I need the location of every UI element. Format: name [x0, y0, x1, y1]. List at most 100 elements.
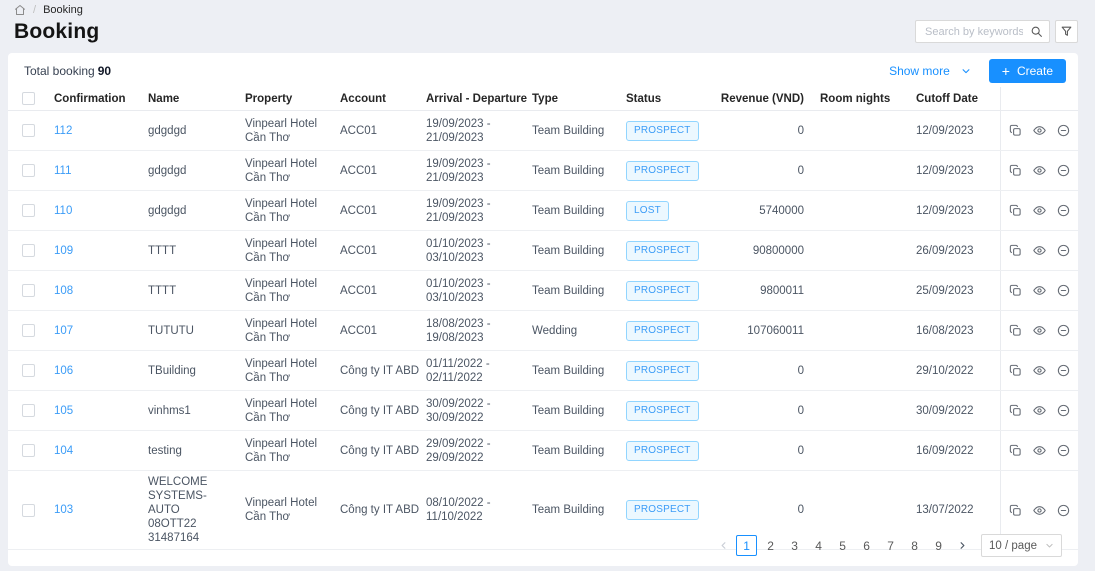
duplicate-button[interactable] [1009, 504, 1022, 517]
cell-property: Vinpearl Hotel Cần Thơ [237, 231, 332, 270]
page-button-6[interactable]: 6 [856, 535, 877, 556]
create-button-label: Create [1017, 64, 1053, 78]
disable-button[interactable] [1057, 284, 1070, 297]
confirmation-link[interactable]: 109 [54, 244, 73, 258]
confirmation-link[interactable]: 104 [54, 444, 73, 458]
page-button-1[interactable]: 1 [736, 535, 757, 556]
view-button[interactable] [1033, 504, 1046, 517]
minus-circle-icon [1057, 204, 1070, 217]
view-button[interactable] [1033, 364, 1046, 377]
chevron-down-icon [1045, 541, 1054, 550]
page-size-select[interactable]: 10 / page [981, 534, 1062, 557]
cell-name: TBuilding [140, 351, 237, 390]
select-all-checkbox[interactable] [22, 92, 35, 105]
home-icon[interactable] [14, 4, 26, 16]
view-button[interactable] [1033, 164, 1046, 177]
disable-button[interactable] [1057, 164, 1070, 177]
disable-button[interactable] [1057, 364, 1070, 377]
copy-icon [1009, 284, 1022, 297]
disable-button[interactable] [1057, 124, 1070, 137]
row-checkbox[interactable] [22, 164, 35, 177]
row-checkbox[interactable] [22, 444, 35, 457]
disable-button[interactable] [1057, 504, 1070, 517]
confirmation-link[interactable]: 111 [54, 164, 71, 178]
duplicate-button[interactable] [1009, 284, 1022, 297]
page-button-3[interactable]: 3 [784, 535, 805, 556]
cell-room-nights [812, 231, 908, 270]
search-box [915, 20, 1050, 43]
cell-property: Vinpearl Hotel Cần Thơ [237, 151, 332, 190]
cell-property: Vinpearl Hotel Cần Thơ [237, 311, 332, 350]
booking-table: ConfirmationNamePropertyAccountArrival -… [8, 87, 1078, 550]
duplicate-button[interactable] [1009, 164, 1022, 177]
confirmation-link[interactable]: 112 [54, 124, 72, 138]
confirmation-link[interactable]: 103 [54, 503, 73, 517]
column-header: Property [237, 87, 332, 110]
filter-button[interactable] [1055, 20, 1078, 43]
duplicate-button[interactable] [1009, 444, 1022, 457]
duplicate-button[interactable] [1009, 324, 1022, 337]
disable-button[interactable] [1057, 244, 1070, 257]
previous-page-button[interactable] [714, 535, 732, 557]
cell-type: Team Building [524, 111, 618, 150]
row-checkbox[interactable] [22, 324, 35, 337]
view-button[interactable] [1033, 324, 1046, 337]
eye-icon [1033, 204, 1046, 217]
confirmation-link[interactable]: 110 [54, 204, 72, 218]
duplicate-button[interactable] [1009, 404, 1022, 417]
duplicate-button[interactable] [1009, 124, 1022, 137]
create-button[interactable]: + Create [989, 59, 1066, 83]
view-button[interactable] [1033, 124, 1046, 137]
search-icon[interactable] [1030, 25, 1043, 38]
chevron-right-icon [957, 540, 968, 551]
confirmation-link[interactable]: 108 [54, 284, 73, 298]
minus-circle-icon [1057, 284, 1070, 297]
view-button[interactable] [1033, 204, 1046, 217]
page-button-9[interactable]: 9 [928, 535, 949, 556]
list-toolbar: Total booking90 Show more + Create [8, 53, 1078, 87]
duplicate-button[interactable] [1009, 364, 1022, 377]
page-button-5[interactable]: 5 [832, 535, 853, 556]
status-badge: PROSPECT [626, 161, 699, 181]
view-button[interactable] [1033, 404, 1046, 417]
row-checkbox[interactable] [22, 284, 35, 297]
cell-property: Vinpearl Hotel Cần Thơ [237, 111, 332, 150]
row-checkbox[interactable] [22, 244, 35, 257]
disable-button[interactable] [1057, 444, 1070, 457]
view-button[interactable] [1033, 244, 1046, 257]
row-checkbox[interactable] [22, 364, 35, 377]
view-button[interactable] [1033, 444, 1046, 457]
minus-circle-icon [1057, 444, 1070, 457]
row-checkbox[interactable] [22, 124, 35, 137]
chevron-left-icon [718, 540, 729, 551]
confirmation-link[interactable]: 106 [54, 364, 73, 378]
cell-account: ACC01 [332, 151, 418, 190]
copy-icon [1009, 124, 1022, 137]
table-row: 106TBuildingVinpearl Hotel Cần ThơCông t… [8, 351, 1078, 391]
row-checkbox[interactable] [22, 404, 35, 417]
confirmation-link[interactable]: 105 [54, 404, 73, 418]
disable-button[interactable] [1057, 404, 1070, 417]
show-more-button[interactable]: Show more [889, 64, 971, 78]
next-page-button[interactable] [953, 535, 971, 557]
eye-icon [1033, 324, 1046, 337]
row-actions [1000, 151, 1078, 190]
page-button-8[interactable]: 8 [904, 535, 925, 556]
page-button-7[interactable]: 7 [880, 535, 901, 556]
duplicate-button[interactable] [1009, 244, 1022, 257]
cell-revenue: 0 [715, 391, 812, 430]
cell-arrival-departure: 01/11/2022 - 02/11/2022 [418, 351, 524, 390]
minus-circle-icon [1057, 124, 1070, 137]
row-checkbox[interactable] [22, 504, 35, 517]
row-checkbox[interactable] [22, 204, 35, 217]
view-button[interactable] [1033, 284, 1046, 297]
disable-button[interactable] [1057, 204, 1070, 217]
breadcrumb-current[interactable]: Booking [43, 4, 83, 16]
cell-status: PROSPECT [618, 471, 715, 549]
disable-button[interactable] [1057, 324, 1070, 337]
cell-cutoff-date: 26/09/2023 [908, 231, 1000, 270]
confirmation-link[interactable]: 107 [54, 324, 73, 338]
page-button-4[interactable]: 4 [808, 535, 829, 556]
page-button-2[interactable]: 2 [760, 535, 781, 556]
duplicate-button[interactable] [1009, 204, 1022, 217]
